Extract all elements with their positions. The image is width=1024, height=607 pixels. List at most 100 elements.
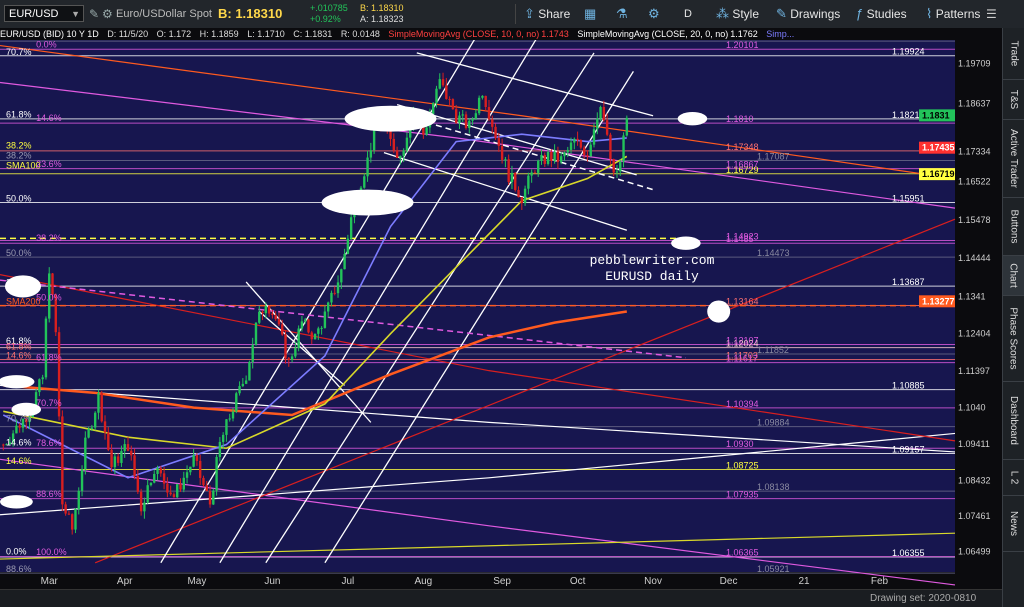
- candle-body: [399, 155, 402, 158]
- highlight-ellipse[interactable]: [677, 112, 708, 126]
- fib-label: 100.0%: [36, 547, 67, 557]
- bar-open: O: 1.172: [156, 29, 192, 39]
- fib-label-left: 50.0%: [6, 248, 32, 258]
- settings-button[interactable]: ⚙: [648, 4, 660, 24]
- sma20-label[interactable]: SimpleMovingAvg (CLOSE, 20, 0, no): [577, 29, 728, 39]
- candle-body: [615, 171, 619, 173]
- bar-date: D: 11/5/20: [107, 29, 149, 39]
- price-tick-label: 1.18637: [958, 98, 991, 108]
- right-sidebar: Trade T&S Active Trader Buttons Chart Phase S…: [1002, 28, 1024, 607]
- candle-body: [307, 319, 310, 333]
- candle-body: [123, 444, 126, 452]
- sma-more-label[interactable]: Simp...: [766, 29, 794, 39]
- candle-body: [139, 491, 143, 512]
- fib-label-left: 70.7%: [6, 413, 32, 423]
- candle-body: [543, 154, 546, 164]
- flask-button[interactable]: ⚗: [616, 4, 628, 24]
- flask-icon: ⚗: [616, 6, 628, 21]
- candle-body: [402, 150, 405, 156]
- candle-body: [143, 502, 146, 512]
- candle-body: [566, 149, 569, 153]
- fib-label: 38.2%: [36, 233, 62, 243]
- share-icon: ⇪: [524, 6, 535, 21]
- candle-body: [169, 492, 172, 495]
- level-label: 1.05921: [757, 564, 790, 574]
- sidebar-tab-trade[interactable]: Trade: [1003, 28, 1024, 80]
- candle-body: [198, 460, 202, 478]
- menu-icon[interactable]: ☰: [986, 4, 997, 24]
- share-button[interactable]: ⇪ Share: [524, 4, 570, 24]
- gear-icon[interactable]: ⚙: [102, 4, 113, 24]
- candle-body: [349, 217, 353, 239]
- candle-body: [343, 253, 346, 270]
- candle-body: [271, 313, 274, 316]
- sidebar-tab-t-s[interactable]: T&S: [1003, 80, 1024, 120]
- fib-label: 14.6%: [36, 113, 62, 123]
- highlight-ellipse[interactable]: [671, 236, 701, 250]
- time-tick-label: Jul: [341, 576, 354, 587]
- candle-body: [313, 333, 317, 340]
- candle-body: [494, 126, 497, 139]
- sidebar-tab-l-2[interactable]: L 2: [1003, 460, 1024, 496]
- studies-button[interactable]: ƒ Studies: [856, 4, 907, 24]
- highlight-ellipse[interactable]: [0, 375, 35, 389]
- fib-label-left: 38.2%: [6, 150, 32, 160]
- grid-button[interactable]: ▦: [584, 4, 596, 24]
- candle-body: [468, 120, 471, 129]
- symbol-selector[interactable]: EUR/USD ▼: [4, 5, 84, 22]
- candle-body: [441, 79, 445, 86]
- candle-body: [287, 358, 290, 360]
- candle-body: [537, 160, 540, 173]
- level-label: 1.12107: [726, 336, 759, 346]
- add-icon[interactable]: ✎: [89, 4, 99, 24]
- sma10-label[interactable]: SimpleMovingAvg (CLOSE, 10, 0, no): [388, 29, 539, 39]
- candle-body: [166, 483, 169, 493]
- price-tick-label: 1.14444: [958, 253, 991, 263]
- ask-price: A: 1.18323: [360, 14, 404, 24]
- candle-body: [38, 379, 41, 393]
- candle-body: [619, 161, 622, 172]
- candle-body: [300, 321, 304, 329]
- candle-body: [241, 383, 245, 387]
- candle-body: [93, 412, 97, 428]
- candle-body: [84, 437, 87, 470]
- candle-body: [326, 302, 330, 312]
- candle-body: [215, 456, 218, 491]
- candle-body: [425, 127, 428, 135]
- candle-body: [64, 504, 67, 514]
- sidebar-tab-active-trader[interactable]: Active Trader: [1003, 120, 1024, 198]
- level-label: 1.08138: [757, 482, 790, 492]
- price-badge-label: 1.13277: [922, 296, 955, 306]
- drawings-label: Drawings: [790, 7, 841, 21]
- style-button[interactable]: ⁂ Style: [716, 4, 759, 24]
- level-label: 1.06355: [892, 548, 925, 558]
- candle-body: [297, 328, 300, 348]
- highlight-ellipse[interactable]: [344, 105, 437, 132]
- candle-body: [602, 106, 606, 121]
- highlight-ellipse[interactable]: [0, 495, 33, 509]
- sidebar-tab-phase-scores[interactable]: Phase Scores: [1003, 296, 1024, 382]
- sidebar-tab-chart[interactable]: Chart: [1003, 256, 1024, 296]
- candle-body: [277, 319, 281, 325]
- period-selector[interactable]: D: [684, 4, 692, 24]
- drawings-button[interactable]: ✎ Drawings: [776, 4, 840, 24]
- candle-body: [74, 508, 77, 530]
- level-label: 1.20101: [726, 40, 759, 50]
- patterns-button[interactable]: ⌇ Patterns: [926, 4, 980, 24]
- price-tick-label: 1.1341: [958, 291, 986, 301]
- sidebar-tab-buttons[interactable]: Buttons: [1003, 198, 1024, 256]
- symbol-description: Euro/USDollar Spot: [116, 8, 212, 20]
- time-tick-label: May: [187, 576, 206, 587]
- price-tick-label: 1.1040: [958, 403, 986, 413]
- candle-body: [523, 188, 527, 204]
- candle-body: [576, 138, 579, 141]
- candle-body: [146, 485, 149, 503]
- sidebar-tab-dashboard[interactable]: Dashboard: [1003, 382, 1024, 460]
- time-tick-label: Sep: [493, 576, 511, 587]
- candle-body: [67, 513, 71, 515]
- highlight-ellipse[interactable]: [321, 189, 414, 216]
- price-chart[interactable]: pebblewriter.comEURUSD daily 1.19924 1.18…: [0, 40, 1002, 589]
- sidebar-tab-news[interactable]: News: [1003, 496, 1024, 552]
- sidebar-tab-label: Trade: [1008, 40, 1020, 67]
- candle-body: [504, 159, 507, 161]
